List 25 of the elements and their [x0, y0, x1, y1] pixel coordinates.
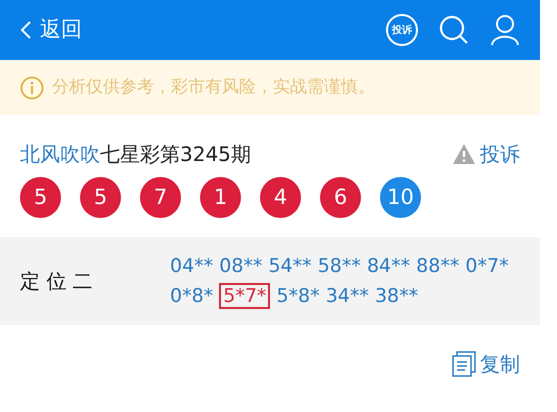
- warning-icon: [452, 143, 476, 165]
- prediction-code: 5*7*: [219, 283, 270, 309]
- back-button[interactable]: 返回: [20, 14, 82, 46]
- prediction-code: 34**: [326, 285, 369, 307]
- prediction-code: 04**: [170, 255, 214, 277]
- prediction-code: 58**: [318, 255, 361, 277]
- prediction-code: 0*7*: [465, 255, 509, 277]
- copy-icon: [452, 351, 476, 377]
- user-icon[interactable]: [490, 14, 520, 46]
- prediction-code: 88**: [416, 255, 460, 277]
- prediction-code: 08**: [219, 255, 262, 277]
- back-icon: [20, 20, 32, 40]
- complaint-link[interactable]: 投诉: [452, 139, 520, 169]
- prediction-code: 0*8*: [170, 285, 214, 307]
- post-title: 北风吹吹七星彩第3245期: [20, 141, 251, 168]
- prediction-code: 5*8*: [276, 285, 320, 307]
- copy-button[interactable]: 复制: [452, 349, 520, 379]
- search-icon[interactable]: [438, 14, 470, 46]
- notice-text: 分析仅供参考，彩市有风险，实战需谨慎。: [52, 76, 375, 99]
- prediction-code: 38**: [374, 285, 418, 307]
- prediction-label: 定 位 二: [19, 268, 94, 295]
- complaint-button[interactable]: 投诉: [386, 14, 418, 46]
- prediction-code: 54**: [268, 255, 312, 277]
- prediction-code: 84**: [366, 255, 410, 277]
- info-icon: [20, 76, 44, 100]
